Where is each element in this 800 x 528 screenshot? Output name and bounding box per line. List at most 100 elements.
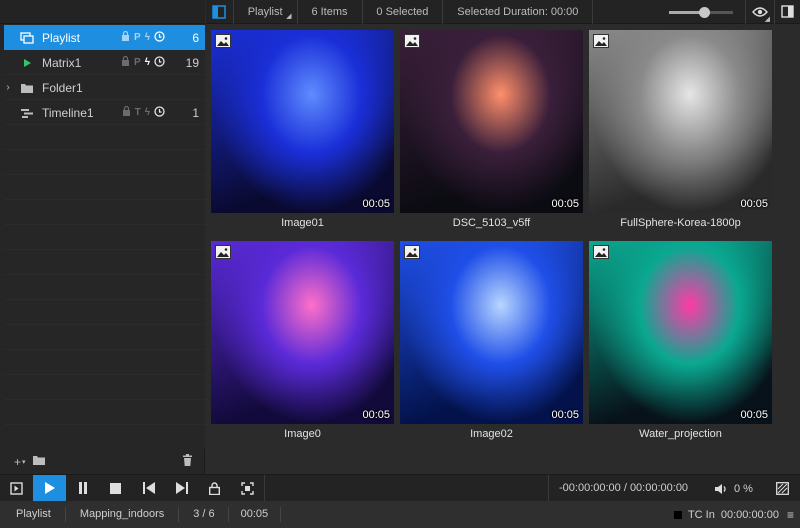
media-name: Water_projection xyxy=(639,428,722,440)
playlist-icon xyxy=(20,31,34,45)
tree-item-count: 1 xyxy=(192,105,199,120)
media-tile[interactable]: 00:05 Image02 xyxy=(400,241,583,440)
tree-item-playlist[interactable]: Playlist P ϟ 6 xyxy=(4,25,205,50)
play-button[interactable] xyxy=(33,474,66,502)
trigger-flag[interactable]: ϟ xyxy=(145,32,150,43)
lock-icon[interactable] xyxy=(121,30,130,44)
tree-item-timeline1[interactable]: Timeline1 T ϟ 1 xyxy=(4,100,205,125)
status-bar: Playlist Mapping_indoors 3 / 6 00:05 TC … xyxy=(0,501,800,528)
tree-item-matrix1[interactable]: Matrix1 P ϟ 19 xyxy=(4,50,205,75)
lock-icon[interactable] xyxy=(122,105,131,119)
preload-flag[interactable]: P xyxy=(134,32,141,43)
timecode-flag[interactable]: T xyxy=(135,107,141,118)
media-name: Image01 xyxy=(281,217,324,229)
tc-label: TC In xyxy=(687,508,715,521)
media-tile[interactable]: 00:05 Image01 xyxy=(211,30,394,229)
fit-frame-button[interactable] xyxy=(231,475,264,502)
lock-button[interactable] xyxy=(198,475,231,502)
toggle-sidebar-icon[interactable] xyxy=(206,0,233,24)
media-duration: 00:05 xyxy=(740,198,768,210)
trash-icon[interactable] xyxy=(182,454,193,469)
mode-dropdown[interactable]: Playlist ◢ xyxy=(234,6,297,20)
media-tile[interactable]: 00:05 Water_projection xyxy=(589,241,772,440)
output-settings-icon[interactable] xyxy=(776,482,789,498)
tree-item-count: 19 xyxy=(185,55,199,70)
clock-icon[interactable] xyxy=(154,30,165,45)
media-name: FullSphere-Korea-1800p xyxy=(620,217,741,229)
tree-item-flags: T ϟ xyxy=(122,105,165,120)
tc-in-group: TC In 00:00:00:00 ≡ xyxy=(673,508,794,522)
new-folder-icon[interactable] xyxy=(32,454,46,469)
dropdown-corner-icon: ◢ xyxy=(764,15,771,23)
eye-icon[interactable]: ◢ xyxy=(745,0,774,24)
pause-button[interactable] xyxy=(66,475,99,502)
chevron-down-icon[interactable]: ▾ xyxy=(22,458,26,466)
trigger-flag[interactable]: ϟ xyxy=(145,107,150,118)
dropdown-corner-icon: ◢ xyxy=(286,12,292,20)
media-thumbnail[interactable]: 00:05 xyxy=(589,241,772,424)
media-thumbnail[interactable]: 00:05 xyxy=(589,30,772,213)
media-thumbnail[interactable]: 00:05 xyxy=(400,30,583,213)
media-duration: 00:05 xyxy=(362,198,390,210)
thumbnail-size-slider[interactable] xyxy=(669,0,734,24)
media-duration: 00:05 xyxy=(551,409,579,421)
chevron-right-icon[interactable]: › xyxy=(4,82,12,93)
media-thumbnail[interactable]: 00:05 xyxy=(400,241,583,424)
previous-button[interactable] xyxy=(132,475,165,502)
tree-item-label: Playlist xyxy=(42,30,81,45)
tc-value: 00:00:00:00 xyxy=(720,508,779,521)
tree-item-flags: P ϟ xyxy=(121,55,165,70)
media-tile[interactable]: 00:05 FullSphere-Korea-1800p xyxy=(589,30,772,229)
speaker-icon[interactable] xyxy=(714,483,728,495)
project-tree: Playlist P ϟ 6 Matrix1 P ϟ 19 › Folder1 … xyxy=(4,25,205,449)
media-thumbnail[interactable]: 00:05 xyxy=(211,241,394,424)
status-mode: Playlist xyxy=(0,507,66,522)
image-icon xyxy=(593,34,609,48)
media-grid: 00:05 Image01 00:05 DSC_5103_v5ff 00:05 FullS… xyxy=(206,25,800,474)
media-name: Image02 xyxy=(470,428,513,440)
tree-item-label: Folder1 xyxy=(42,80,83,95)
image-icon xyxy=(593,245,609,259)
clock-icon[interactable] xyxy=(154,55,165,70)
media-name: DSC_5103_v5ff xyxy=(452,217,531,229)
tree-item-flags: P ϟ xyxy=(121,30,165,45)
selected-duration: Selected Duration: 00:00 xyxy=(457,5,579,18)
sidebar: Playlist P ϟ 6 Matrix1 P ϟ 19 › Folder1 … xyxy=(0,0,205,474)
timecode-display: -00:00:00:00 / 00:00:00:00 xyxy=(548,475,698,502)
clock-icon[interactable] xyxy=(154,105,165,120)
image-icon xyxy=(215,245,231,259)
menu-icon[interactable]: ≡ xyxy=(787,508,794,522)
sidebar-header xyxy=(0,0,205,24)
media-tile[interactable]: 00:05 DSC_5103_v5ff xyxy=(400,30,583,229)
toggle-panel-icon[interactable] xyxy=(775,0,800,24)
preload-flag[interactable]: P xyxy=(134,57,141,68)
volume-control[interactable]: 0 % xyxy=(714,475,753,502)
transport-bar: -00:00:00:00 / 00:00:00:00 0 % xyxy=(0,474,800,502)
folder-icon xyxy=(20,81,34,95)
image-icon xyxy=(404,245,420,259)
next-button[interactable] xyxy=(165,475,198,502)
status-position: 3 / 6 xyxy=(179,507,229,522)
tree-item-count: 6 xyxy=(192,30,199,45)
slider-handle[interactable] xyxy=(698,6,710,18)
media-duration: 00:05 xyxy=(740,409,768,421)
image-icon xyxy=(404,34,420,48)
tree-item-label: Timeline1 xyxy=(42,105,94,120)
sidebar-footer: + ▾ xyxy=(0,449,205,474)
trigger-flag[interactable]: ϟ xyxy=(145,57,150,68)
items-count: 6 Items xyxy=(311,5,348,18)
volume-value: 0 % xyxy=(734,482,753,495)
play-mode-button[interactable] xyxy=(0,475,33,502)
stop-button[interactable] xyxy=(99,475,132,502)
lock-icon[interactable] xyxy=(121,55,130,69)
media-tile[interactable]: 00:05 Image0 xyxy=(211,241,394,440)
media-thumbnail[interactable]: 00:05 xyxy=(211,30,394,213)
tree-item-folder1[interactable]: › Folder1 xyxy=(4,75,205,100)
add-icon[interactable]: + xyxy=(14,455,21,469)
media-name: Image0 xyxy=(284,428,321,440)
play-triangle-icon xyxy=(20,56,34,70)
status-duration: 00:05 xyxy=(229,507,282,522)
status-project: Mapping_indoors xyxy=(66,507,180,522)
tree-item-label: Matrix1 xyxy=(42,55,82,70)
media-duration: 00:05 xyxy=(551,198,579,210)
